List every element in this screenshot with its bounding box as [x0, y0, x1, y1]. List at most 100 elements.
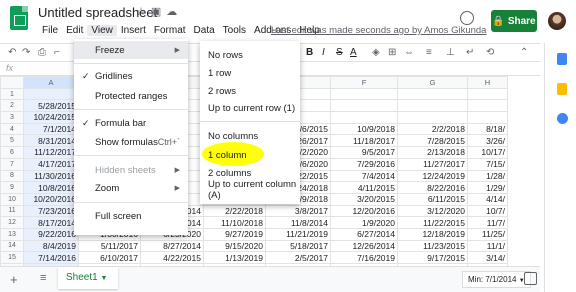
cell[interactable]: 7/16/2019 [330, 251, 398, 264]
cell[interactable]: 1/28/ [467, 169, 508, 183]
cell[interactable]: 5/11/2017 [78, 239, 141, 253]
cell[interactable] [397, 111, 468, 124]
cell[interactable]: 10/7/ [467, 204, 508, 218]
cell[interactable]: 9/5/2017 [330, 146, 398, 159]
cell[interactable]: 7/14/2016 [23, 251, 79, 264]
cell[interactable]: 1/13/2019 [203, 251, 266, 264]
row-header[interactable]: 2 [0, 99, 24, 113]
cell[interactable]: 10/20/2016 [23, 192, 79, 206]
cell[interactable]: 12/24/2019 [397, 169, 468, 183]
cell[interactable]: 8/4/2019 [23, 239, 79, 253]
redo-icon[interactable]: ↷ [22, 47, 30, 58]
keep-icon[interactable] [557, 83, 567, 95]
cell[interactable]: 3/20/2015 [330, 192, 398, 206]
cell[interactable]: 12/20/2016 [330, 204, 398, 218]
cell[interactable]: 11/30/2016 [23, 169, 79, 183]
cell[interactable] [467, 111, 508, 124]
cell[interactable]: 4/11/2015 [330, 181, 398, 194]
text-color-button[interactable]: A [350, 47, 357, 58]
align-icon[interactable]: ≡ [426, 47, 432, 58]
cell[interactable]: 5/18/2017 [265, 239, 331, 253]
menu-item-one-row[interactable]: 1 row [200, 64, 300, 82]
menu-item-show-formulas[interactable]: Show formulas Ctrl+` [74, 133, 188, 151]
cell[interactable]: 1/29/ [467, 181, 508, 194]
cell[interactable]: 8/22/2016 [397, 181, 468, 194]
cell[interactable]: 12/26/2014 [330, 239, 398, 253]
share-button[interactable]: 🔒 Share [491, 10, 537, 32]
menu-item-no-columns[interactable]: No columns [200, 127, 300, 145]
cell[interactable] [330, 111, 398, 124]
menu-item-full-screen[interactable]: Full screen [74, 207, 188, 225]
cell[interactable]: 8/27/2014 [140, 239, 204, 253]
cell[interactable]: 8/31/2014 [23, 134, 79, 148]
menu-data[interactable]: Data [190, 25, 219, 36]
cell[interactable]: 7/29/2016 [330, 157, 398, 171]
cell[interactable]: 7/23/2016 [23, 204, 79, 218]
explore-icon[interactable] [524, 272, 537, 285]
menu-item-gridlines[interactable]: ✓ Gridlines [74, 67, 188, 85]
cell[interactable]: 8/17/2014 [23, 216, 79, 229]
cell[interactable]: 4/14/ [467, 192, 508, 206]
menu-insert[interactable]: Insert [117, 25, 150, 36]
row-header[interactable]: 4 [0, 122, 24, 136]
cell[interactable] [467, 87, 508, 101]
cell[interactable]: 11/22/2015 [397, 216, 468, 229]
cell[interactable]: 11/1/ [467, 239, 508, 253]
menu-item-up-to-column[interactable]: Up to current column (A) [200, 179, 300, 201]
last-edit-link[interactable]: Last edit was made seconds ago by Amos G… [271, 25, 486, 36]
row-header[interactable]: 5 [0, 134, 24, 148]
move-icon[interactable]: ▣ [151, 6, 166, 18]
sheet-tab[interactable]: Sheet1 ▼ [58, 267, 118, 289]
sheets-logo-icon[interactable] [10, 6, 28, 30]
wrap-icon[interactable]: ↵ [466, 47, 474, 58]
cell[interactable]: 10/24/2015 [23, 111, 79, 124]
row-header[interactable]: 10 [0, 192, 24, 206]
star-icon[interactable]: ☆ [136, 6, 151, 18]
cell[interactable]: 2/5/2017 [265, 251, 331, 264]
menu-item-zoom[interactable]: Zoom ▶ [74, 179, 188, 197]
cell[interactable] [23, 87, 79, 101]
rotate-icon[interactable]: ⟲ [486, 47, 494, 58]
cell[interactable]: 7/28/2015 [397, 134, 468, 148]
row-header[interactable]: 1 [0, 87, 24, 101]
menu-format[interactable]: Format [150, 25, 190, 36]
cell[interactable]: 11/23/2015 [397, 239, 468, 253]
paint-format-icon[interactable]: ⌐ [54, 47, 60, 58]
undo-icon[interactable]: ↶ [8, 47, 16, 58]
row-header[interactable]: 11 [0, 204, 24, 218]
column-header[interactable]: H [467, 76, 508, 89]
all-sheets-icon[interactable]: ≡ [40, 272, 46, 284]
cell[interactable]: 3/14/ [467, 251, 508, 264]
cell[interactable]: 6/10/2017 [78, 251, 141, 264]
print-icon[interactable]: ⎙ [38, 47, 46, 58]
cell[interactable]: 3/8/2017 [265, 204, 331, 218]
cell[interactable]: 9/17/2015 [397, 251, 468, 264]
menu-tools[interactable]: Tools [219, 25, 250, 36]
avatar[interactable] [548, 12, 566, 30]
row-header[interactable]: 3 [0, 111, 24, 124]
cell[interactable]: 11/21/2019 [265, 227, 331, 241]
row-header[interactable]: 14 [0, 239, 24, 253]
cell[interactable]: 6/11/2015 [397, 192, 468, 206]
cell[interactable]: 11/18/2017 [330, 134, 398, 148]
cell[interactable] [397, 99, 468, 113]
menu-item-formula-bar[interactable]: ✓ Formula bar [74, 114, 188, 132]
row-header[interactable]: 12 [0, 216, 24, 229]
cell[interactable]: 11/25/ [467, 227, 508, 241]
cell[interactable]: 7/15/ [467, 157, 508, 171]
cell[interactable] [330, 99, 398, 113]
cell[interactable]: 9/27/2019 [203, 227, 266, 241]
borders-icon[interactable]: ⊞ [388, 47, 396, 58]
cell[interactable]: 5/28/2015 [23, 99, 79, 113]
add-sheet-icon[interactable]: + [10, 272, 18, 287]
menu-item-up-to-row[interactable]: Up to current row (1) [200, 99, 300, 117]
menu-edit[interactable]: Edit [62, 25, 87, 36]
cloud-icon[interactable]: ☁ [166, 6, 182, 18]
bold-button[interactable]: B [306, 47, 313, 58]
cell[interactable]: 11/10/2018 [203, 216, 266, 229]
cell[interactable]: 10/17/ [467, 146, 508, 159]
menu-item-protected-ranges[interactable]: Protected ranges [74, 87, 188, 105]
italic-button[interactable]: I [322, 47, 325, 58]
cell[interactable]: 3/12/2020 [397, 204, 468, 218]
cell[interactable]: 11/12/2017 [23, 146, 79, 159]
